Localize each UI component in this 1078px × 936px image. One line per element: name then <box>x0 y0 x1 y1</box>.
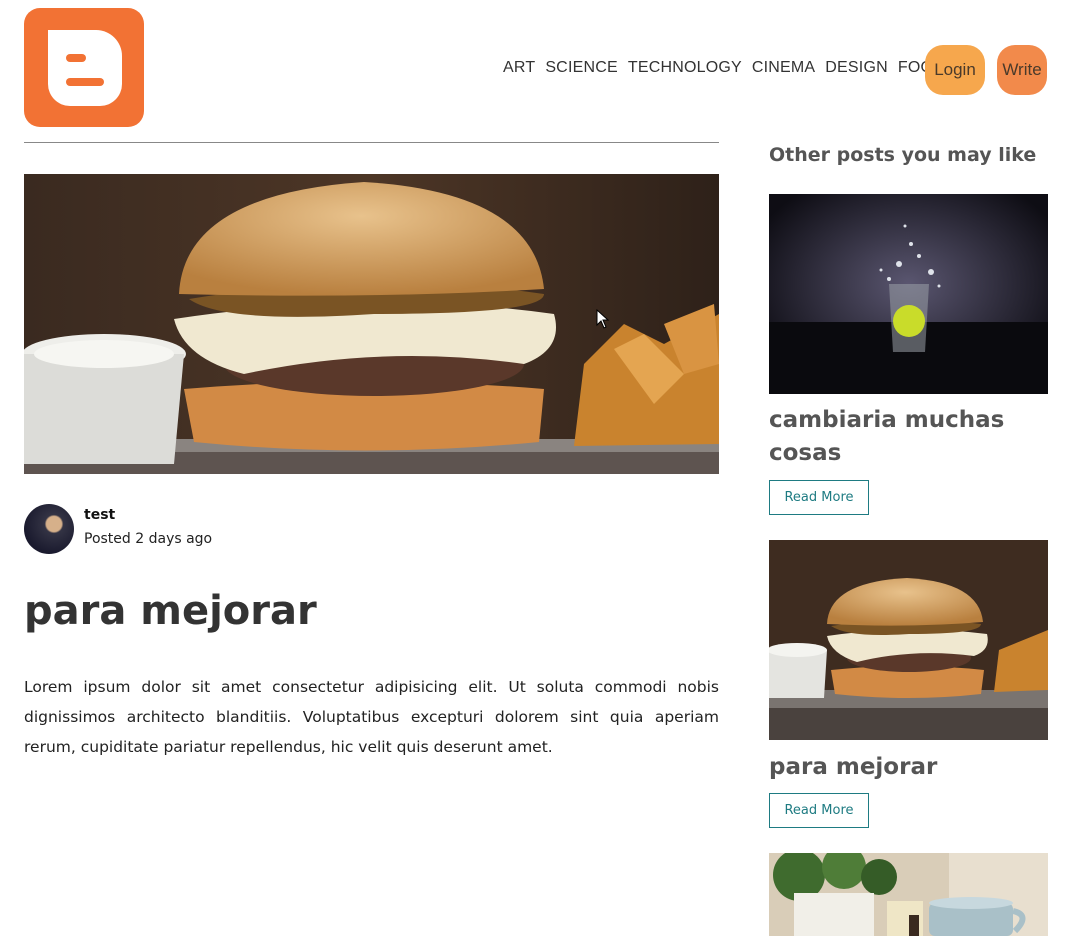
post-date: Posted 2 days ago <box>84 531 213 547</box>
read-more-button[interactable]: Read More <box>769 793 869 828</box>
author-avatar[interactable] <box>24 504 74 554</box>
sidebar-heading: Other posts you may like <box>769 144 1037 166</box>
post-body: Lorem ipsum dolor sit amet consectetur a… <box>24 678 719 756</box>
sidebar-card-image[interactable] <box>769 194 1048 394</box>
nav-link-design[interactable]: DESIGN <box>825 59 888 77</box>
write-button[interactable]: Write <box>997 45 1047 95</box>
nav-link-technology[interactable]: TECHNOLOGY <box>628 59 742 77</box>
mouse-cursor-icon <box>596 309 610 329</box>
blog-post-page: ART SCIENCE TECHNOLOGY CINEMA DESIGN FOO… <box>0 0 1078 936</box>
nav-link-cinema[interactable]: CINEMA <box>752 59 815 77</box>
nav-link-science[interactable]: SCIENCE <box>545 59 618 77</box>
sidebar-card-title[interactable]: cambiaria muchas cosas <box>769 404 1048 470</box>
post-hero-image <box>24 174 719 474</box>
sidebar-card-title[interactable]: para mejorar <box>769 751 1048 784</box>
login-button[interactable]: Login <box>925 45 985 95</box>
category-nav: ART SCIENCE TECHNOLOGY CINEMA DESIGN FOO… <box>503 59 945 77</box>
sidebar-card-image[interactable] <box>769 853 1048 936</box>
post-title: para mejorar <box>24 588 317 634</box>
author-name[interactable]: test <box>84 507 115 523</box>
nav-link-art[interactable]: ART <box>503 59 535 77</box>
read-more-button[interactable]: Read More <box>769 480 869 515</box>
blogger-logo-icon[interactable] <box>24 8 144 127</box>
sidebar-card-image[interactable] <box>769 540 1048 740</box>
header-divider <box>24 142 719 143</box>
